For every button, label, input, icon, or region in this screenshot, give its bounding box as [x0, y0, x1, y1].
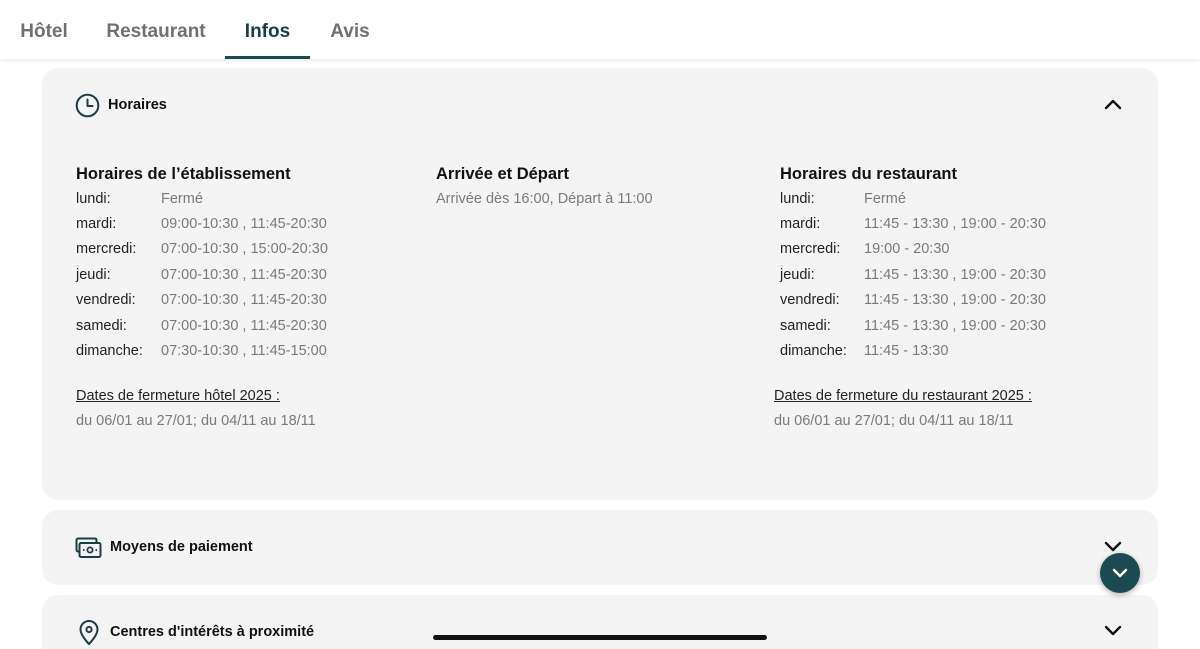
day-label: lundi: — [780, 191, 815, 207]
day-label: mercredi: — [76, 241, 137, 257]
horaires-title: Horaires — [108, 97, 167, 113]
hours-value: 07:00-10:30 , 15:00-20:30 — [161, 241, 328, 257]
paiement-title: Moyens de paiement — [110, 539, 253, 555]
clock-icon — [75, 93, 100, 118]
hours-value: 07:00-10:30 , 11:45-20:30 — [161, 267, 327, 283]
day-label: samedi: — [780, 318, 831, 334]
day-label: dimanche: — [76, 343, 143, 359]
tab-infos[interactable]: Infos — [225, 0, 310, 59]
hours-value: 11:45 - 13:30 — [864, 343, 949, 359]
hotel-closing-label: Dates de fermeture hôtel 2025 : — [76, 388, 280, 404]
hours-value: Fermé — [161, 191, 203, 207]
hours-value: 07:00-10:30 , 11:45-20:30 — [161, 292, 327, 308]
restaurant-closing-label: Dates de fermeture du restaurant 2025 : — [774, 388, 1032, 404]
arrival-departure-title: Arrivée et Départ — [436, 165, 569, 183]
day-label: vendredi: — [76, 292, 136, 308]
chevron-down-icon[interactable] — [1102, 538, 1124, 554]
tab-bar: Hôtel Restaurant Infos Avis — [0, 0, 1200, 59]
hours-value: 07:30-10:30 , 11:45-15:00 — [161, 343, 327, 359]
day-label: mercredi: — [780, 241, 841, 257]
hours-value: Fermé — [864, 191, 906, 207]
scroll-down-button[interactable] — [1100, 553, 1140, 593]
tab-hotel[interactable]: Hôtel — [12, 0, 76, 59]
hours-value: 09:00-10:30 , 11:45-20:30 — [161, 216, 327, 232]
tab-label: Avis — [330, 21, 370, 42]
hours-value: 11:45 - 13:30 , 19:00 - 20:30 — [864, 216, 1046, 232]
day-label: mardi: — [76, 216, 117, 232]
hours-value: 11:45 - 13:30 , 19:00 - 20:30 — [864, 292, 1046, 308]
page: Hôtel Restaurant Infos Avis Horaires Hor… — [0, 0, 1200, 649]
horaires-section: Horaires Horaires de l’établissement lun… — [42, 68, 1158, 500]
day-label: jeudi: — [76, 267, 111, 283]
cash-icon — [75, 537, 102, 558]
restaurant-hours-title: Horaires du restaurant — [780, 165, 957, 183]
day-label: dimanche: — [780, 343, 847, 359]
establishment-hours-title: Horaires de l’établissement — [76, 165, 291, 183]
tab-label: Restaurant — [106, 21, 206, 42]
hours-value: 07:00-10:30 , 11:45-20:30 — [161, 318, 327, 334]
chevron-down-icon[interactable] — [1102, 622, 1124, 638]
tab-restaurant[interactable]: Restaurant — [100, 0, 212, 59]
day-label: mardi: — [780, 216, 821, 232]
restaurant-closing-dates: du 06/01 au 27/01; du 04/11 au 18/11 — [774, 413, 1014, 429]
day-label: vendredi: — [780, 292, 840, 308]
day-label: jeudi: — [780, 267, 815, 283]
hotel-closing-dates: du 06/01 au 27/01; du 04/11 au 18/11 — [76, 413, 316, 429]
tab-avis[interactable]: Avis — [322, 0, 378, 59]
home-indicator[interactable] — [433, 635, 767, 640]
paiement-section[interactable]: Moyens de paiement — [42, 510, 1158, 585]
arrival-departure-text: Arrivée dès 16:00, Départ à 11:00 — [436, 191, 653, 207]
chevron-down-icon — [1112, 568, 1128, 578]
tab-label: Infos — [244, 21, 291, 42]
centres-section[interactable]: Centres d'intérêts à proximité — [42, 595, 1158, 649]
day-label: lundi: — [76, 191, 111, 207]
hours-value: 19:00 - 20:30 — [864, 241, 950, 257]
chevron-up-icon[interactable] — [1102, 96, 1124, 112]
hours-value: 11:45 - 13:30 , 19:00 - 20:30 — [864, 318, 1046, 334]
location-pin-icon — [79, 620, 99, 645]
tab-label: Hôtel — [20, 21, 68, 42]
centres-title: Centres d'intérêts à proximité — [110, 624, 315, 640]
day-label: samedi: — [76, 318, 127, 334]
hours-value: 11:45 - 13:30 , 19:00 - 20:30 — [864, 267, 1046, 283]
